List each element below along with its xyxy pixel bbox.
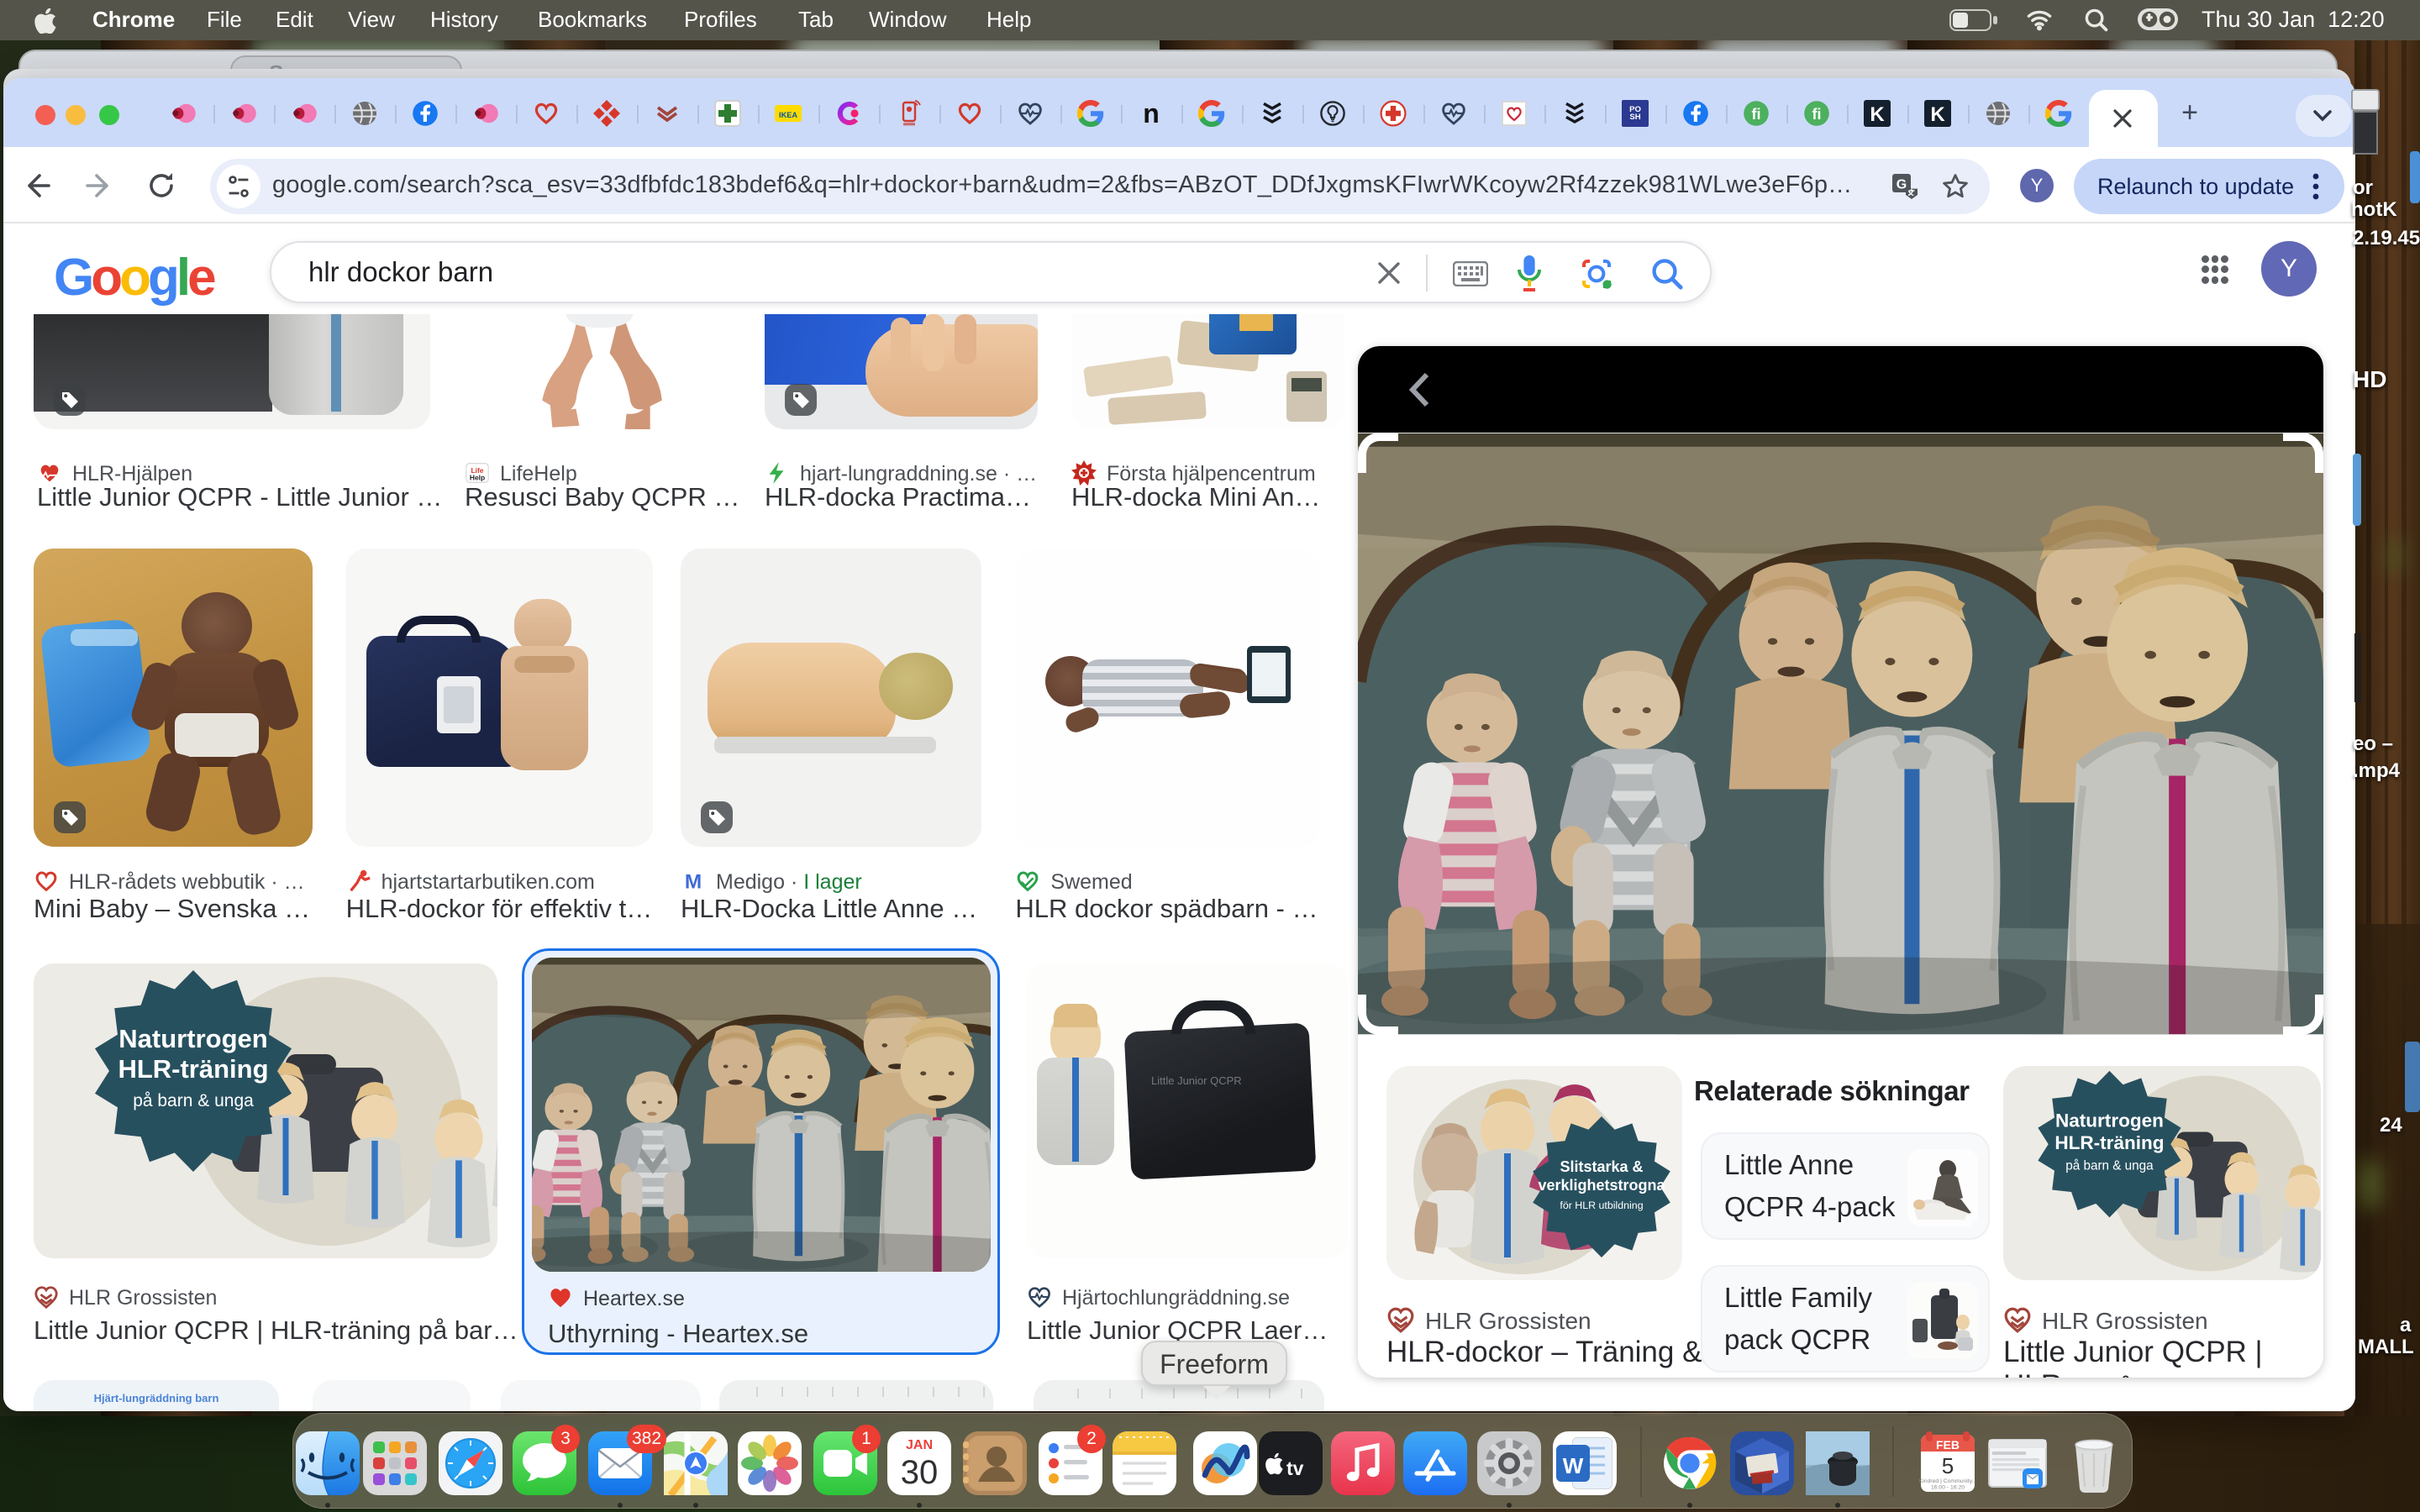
svg-text:M: M (685, 870, 702, 893)
svg-text:G: G (1897, 178, 1907, 192)
svg-text:16:00 - 16:20: 16:00 - 16:20 (1931, 1484, 1965, 1490)
svg-text:30: 30 (901, 1454, 939, 1491)
svg-text:FEB: FEB (1936, 1438, 1960, 1452)
svg-text:JAN: JAN (906, 1438, 933, 1452)
svg-text:tv: tv (1286, 1457, 1304, 1479)
svg-text:Help: Help (470, 474, 485, 482)
svg-text:W: W (1563, 1453, 1584, 1478)
svg-text:5: 5 (1941, 1453, 1953, 1478)
svg-text:Kindred | Community...: Kindred | Community... (1918, 1478, 1976, 1484)
